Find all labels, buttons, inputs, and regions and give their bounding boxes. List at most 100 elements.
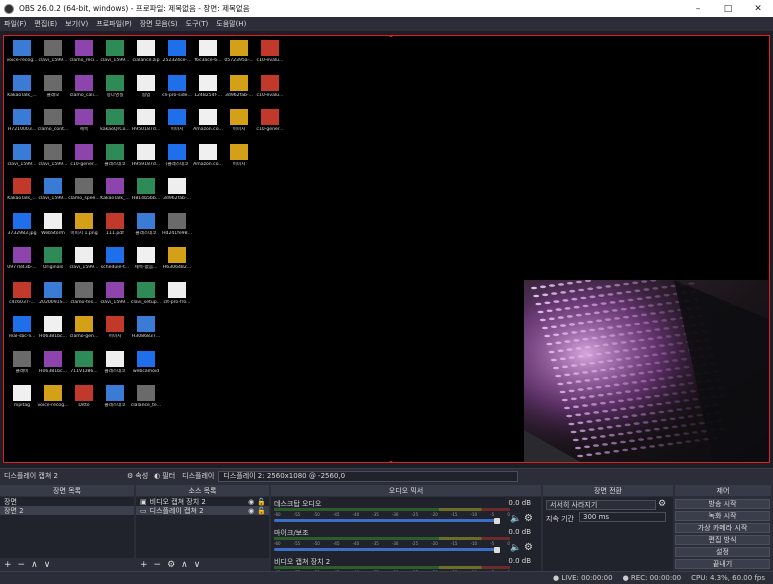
move-down-icon[interactable]: ∨ [44, 560, 51, 570]
resize-handle[interactable] [389, 36, 393, 37]
webcam-light-dot [633, 422, 640, 425]
studio-mode-button[interactable]: 편집 방식 [675, 535, 770, 545]
desktop-file-label: H7210003... [7, 127, 37, 132]
start-streaming-button[interactable]: 방송 시작 [675, 499, 770, 509]
webcam-light-dot [643, 354, 649, 358]
settings-button[interactable]: 설정 [675, 547, 770, 557]
webcam-light-dot [571, 331, 578, 334]
minimize-button[interactable]: – [683, 0, 713, 17]
desktop-file-label: clamo-gen... [69, 334, 99, 339]
gear-icon[interactable]: ⚙ [524, 542, 533, 553]
webcam-light-dot [685, 407, 692, 410]
duration-input[interactable]: 300 ms [579, 512, 666, 522]
webcam-light-dot [611, 441, 617, 445]
webcam-light-dot [618, 399, 624, 403]
source-item-selected[interactable]: ▭ 디스플레이 캡쳐 2 ◉ 🔓 [136, 506, 269, 515]
gear-icon[interactable]: ⚙ [524, 513, 533, 524]
sources-toolbar: + − ⚙ ∧ ∨ [136, 558, 269, 571]
file-thumbnail-icon [44, 350, 62, 367]
add-icon[interactable]: + [4, 560, 12, 570]
desktop-file-icon: 제목-없음... [130, 245, 162, 281]
desktop-file-label: clamo_reci... [69, 58, 99, 63]
meter-ticks: -60-55-50-45-40-35-30-25-20-15-10-50 [274, 541, 510, 546]
menu-tools[interactable]: 도구(T) [182, 19, 213, 29]
menu-scene-collection[interactable]: 장면 모음(S) [136, 19, 182, 29]
speaker-icon[interactable]: 🔈 [510, 543, 521, 553]
display-label: 디스플레이 [182, 472, 215, 480]
webcam-light-dot [624, 423, 631, 427]
webcam-light-dot [611, 408, 618, 412]
menu-file[interactable]: 파일(F) [0, 19, 30, 29]
desktop-file-icon: c10-evalu... [254, 38, 286, 74]
webcam-light-dot [694, 439, 701, 442]
webcam-light-dot [586, 420, 593, 423]
file-thumbnail-icon [75, 74, 93, 91]
scene-item-selected[interactable]: 장면 2 [0, 506, 134, 515]
studio-mode-label: 편집 방식 [708, 536, 737, 544]
webcam-light-dot [640, 346, 647, 350]
webcam-light-dot [678, 416, 685, 419]
webcam-light-dot [647, 304, 654, 307]
volume-meter [274, 508, 510, 511]
start-recording-button[interactable]: 녹화 시작 [675, 511, 770, 521]
meter-tick-label: -50 [313, 541, 320, 546]
maximize-button[interactable]: □ [713, 0, 743, 17]
eye-icon[interactable]: ◉ [248, 507, 254, 515]
webcam-light-dot [652, 353, 658, 357]
desktop-file-label: WebStorm [41, 230, 65, 236]
properties-button[interactable]: ⚙ 속성 [124, 471, 151, 482]
desktop-file-icon: cialance.zip [130, 38, 162, 74]
webcam-light-dot [593, 411, 600, 414]
lock-icon[interactable]: 🔓 [257, 507, 266, 515]
start-virtual-camera-button[interactable]: 가상 카메라 시작 [675, 523, 770, 533]
window-title: OBS 26.0.2 (64-bit, windows) - 프로파일: 제목없… [19, 4, 250, 13]
desktop-file-icon: 252324ce-... [161, 38, 193, 74]
filters-button[interactable]: ◐ 필터 [151, 471, 178, 482]
exit-button[interactable]: 끝내기 [675, 559, 770, 569]
move-up-icon[interactable]: ∧ [181, 560, 188, 570]
transition-select[interactable]: 서서히 사라지기 [546, 500, 656, 510]
menu-edit[interactable]: 편집(E) [30, 19, 61, 29]
menu-profile[interactable]: 프로파일(P) [92, 19, 135, 29]
file-thumbnail-icon [199, 109, 217, 125]
volume-slider-knob[interactable] [494, 517, 500, 524]
display-select[interactable]: 디스플레이 2: 2560x1080 @ -2560,0 [218, 470, 519, 482]
webcam-light-dot [665, 434, 671, 438]
volume-slider[interactable] [274, 548, 499, 551]
add-icon[interactable]: + [140, 560, 148, 570]
volume-slider-knob[interactable] [494, 546, 500, 553]
menu-view[interactable]: 보기(V) [61, 19, 92, 29]
speaker-icon[interactable]: 🔈 [510, 514, 521, 524]
webcam-light-dot [572, 438, 579, 442]
webcam-light-dot [656, 402, 663, 406]
webcam-light-dot [559, 390, 566, 394]
webcam-light-dot [577, 388, 584, 391]
webcam-light-dot [577, 421, 584, 425]
remove-icon[interactable]: − [154, 560, 162, 570]
file-thumbnail-icon [168, 212, 186, 229]
resize-handle[interactable] [389, 461, 393, 462]
file-thumbnail-icon [75, 143, 93, 160]
close-button[interactable]: ✕ [743, 0, 773, 17]
lock-icon[interactable]: 🔓 [257, 498, 266, 506]
desktop-file-label: H814b5bb... [131, 196, 161, 201]
remove-icon[interactable]: − [18, 560, 26, 570]
rec-dot-icon: ● [622, 573, 629, 582]
mixer-title: 오디오 믹서 [388, 486, 424, 495]
move-down-icon[interactable]: ∨ [194, 560, 201, 570]
menu-help[interactable]: 도움말(H) [212, 19, 250, 29]
webcam-light-dot [542, 293, 549, 297]
webcam-light-dot [632, 281, 639, 285]
move-up-icon[interactable]: ∧ [31, 560, 38, 570]
gear-icon[interactable]: ⚙ [658, 499, 666, 509]
webcam-light-dot [636, 363, 643, 367]
webcam-light-dot [602, 409, 609, 413]
volume-slider[interactable] [274, 519, 499, 522]
desktop-file-icon: 클래스데코 [99, 383, 131, 419]
webcam-light-dot [589, 328, 596, 332]
gear-icon[interactable]: ⚙ [167, 560, 175, 570]
preview-canvas[interactable]: voice-recog... clavi_1599... clamo_reci...… [3, 35, 770, 463]
eye-icon[interactable]: ◉ [248, 498, 254, 506]
webcam-light-dot [658, 443, 665, 447]
meter-tick-label: -30 [391, 541, 399, 546]
